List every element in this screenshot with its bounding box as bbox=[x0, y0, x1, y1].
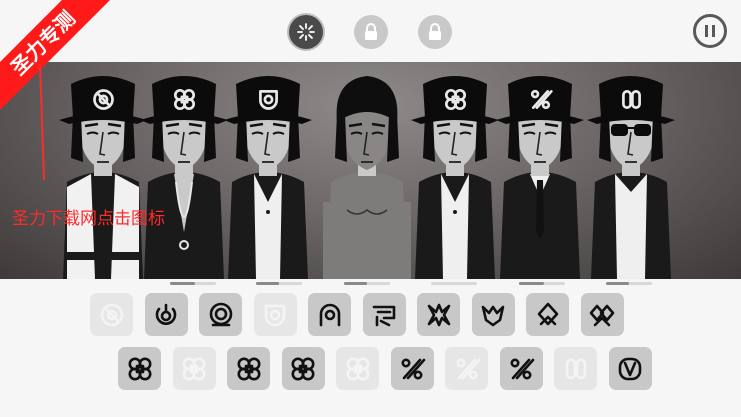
character-7[interactable] bbox=[587, 76, 675, 279]
locked-mode-button-2[interactable] bbox=[418, 15, 452, 49]
sound-icon-double-ring[interactable] bbox=[199, 293, 242, 336]
percent-cross-icon bbox=[510, 358, 535, 379]
sparkle-mode-button[interactable] bbox=[289, 15, 323, 49]
sound-icon-crown-drop[interactable] bbox=[471, 293, 515, 336]
sound-icon-clover-outline[interactable] bbox=[336, 347, 379, 390]
character-4[interactable] bbox=[323, 76, 411, 279]
sound-icon-clover-outline[interactable] bbox=[172, 347, 216, 390]
burst-icon bbox=[427, 303, 450, 326]
sound-icon-diamond-loop[interactable] bbox=[526, 293, 569, 336]
slider-fill bbox=[170, 282, 196, 285]
lock-icon bbox=[429, 23, 441, 40]
clover-icon bbox=[128, 357, 151, 380]
character-volume-slider[interactable] bbox=[519, 282, 565, 285]
pause-icon bbox=[705, 25, 708, 37]
watermark-ribbon-text: 圣力专测 bbox=[0, 0, 116, 116]
shield-ring-icon bbox=[264, 304, 286, 326]
character-volume-slider[interactable] bbox=[170, 282, 216, 285]
character-volume-slider[interactable] bbox=[256, 282, 302, 285]
horseshoe-icon bbox=[155, 303, 177, 325]
character-6[interactable] bbox=[496, 76, 584, 279]
sound-icon-percent-cross[interactable] bbox=[499, 347, 543, 390]
sound-icon-clover[interactable] bbox=[118, 347, 161, 390]
character-volume-slider[interactable] bbox=[431, 282, 477, 285]
double-bar-fill-icon bbox=[618, 357, 642, 380]
sound-icon-double-bar[interactable] bbox=[554, 347, 597, 390]
lock-icon bbox=[365, 23, 377, 40]
sound-icon-target-circle[interactable] bbox=[90, 293, 133, 336]
sound-icon-percent-cross[interactable] bbox=[445, 347, 488, 390]
watermark-ribbon: 圣力专测 bbox=[0, 0, 120, 120]
sound-icon-percent-cross[interactable] bbox=[390, 347, 434, 390]
character-3[interactable] bbox=[224, 76, 312, 279]
character-5[interactable] bbox=[411, 76, 499, 279]
character-2[interactable] bbox=[140, 76, 228, 279]
character-volume-sliders bbox=[0, 282, 741, 286]
diamond-loop-icon bbox=[537, 302, 558, 325]
sound-icon-twin-diamond[interactable] bbox=[580, 293, 624, 336]
banner-icon bbox=[372, 305, 396, 326]
slider-fill bbox=[606, 282, 629, 285]
clover-icon bbox=[291, 357, 315, 380]
sound-icon-arch-ring[interactable] bbox=[308, 293, 351, 336]
slider-fill bbox=[256, 282, 279, 285]
clover-outline-icon bbox=[182, 357, 206, 380]
character-volume-slider[interactable] bbox=[344, 282, 390, 285]
sound-icon-banner[interactable] bbox=[362, 293, 406, 336]
double-ring-icon bbox=[209, 302, 232, 326]
percent-cross-icon bbox=[456, 358, 480, 379]
percent-cross-icon bbox=[401, 358, 426, 379]
target-circle-icon bbox=[100, 303, 123, 326]
sparkle-icon bbox=[297, 23, 315, 41]
sound-icon-shield-ring[interactable] bbox=[253, 293, 297, 336]
pause-button[interactable] bbox=[693, 14, 727, 48]
character-volume-slider[interactable] bbox=[606, 282, 652, 285]
sound-icon-double-bar-fill[interactable] bbox=[608, 347, 652, 390]
locked-mode-button-1[interactable] bbox=[354, 15, 388, 49]
sound-icon-clover[interactable] bbox=[281, 347, 325, 390]
double-bar-icon bbox=[565, 358, 586, 379]
sound-icon-horseshoe[interactable] bbox=[144, 293, 188, 336]
sound-icon-clover[interactable] bbox=[227, 347, 270, 390]
slider-fill bbox=[519, 282, 545, 285]
sound-icon-burst[interactable] bbox=[417, 293, 460, 336]
twin-diamond-icon bbox=[589, 304, 615, 326]
slider-fill bbox=[344, 282, 367, 285]
crown-drop-icon bbox=[481, 305, 505, 326]
clover-outline-icon bbox=[346, 357, 369, 380]
watermark-caption: 圣力下载网点击图标 bbox=[12, 209, 165, 229]
arch-ring-icon bbox=[319, 303, 340, 326]
clover-icon bbox=[237, 357, 260, 380]
